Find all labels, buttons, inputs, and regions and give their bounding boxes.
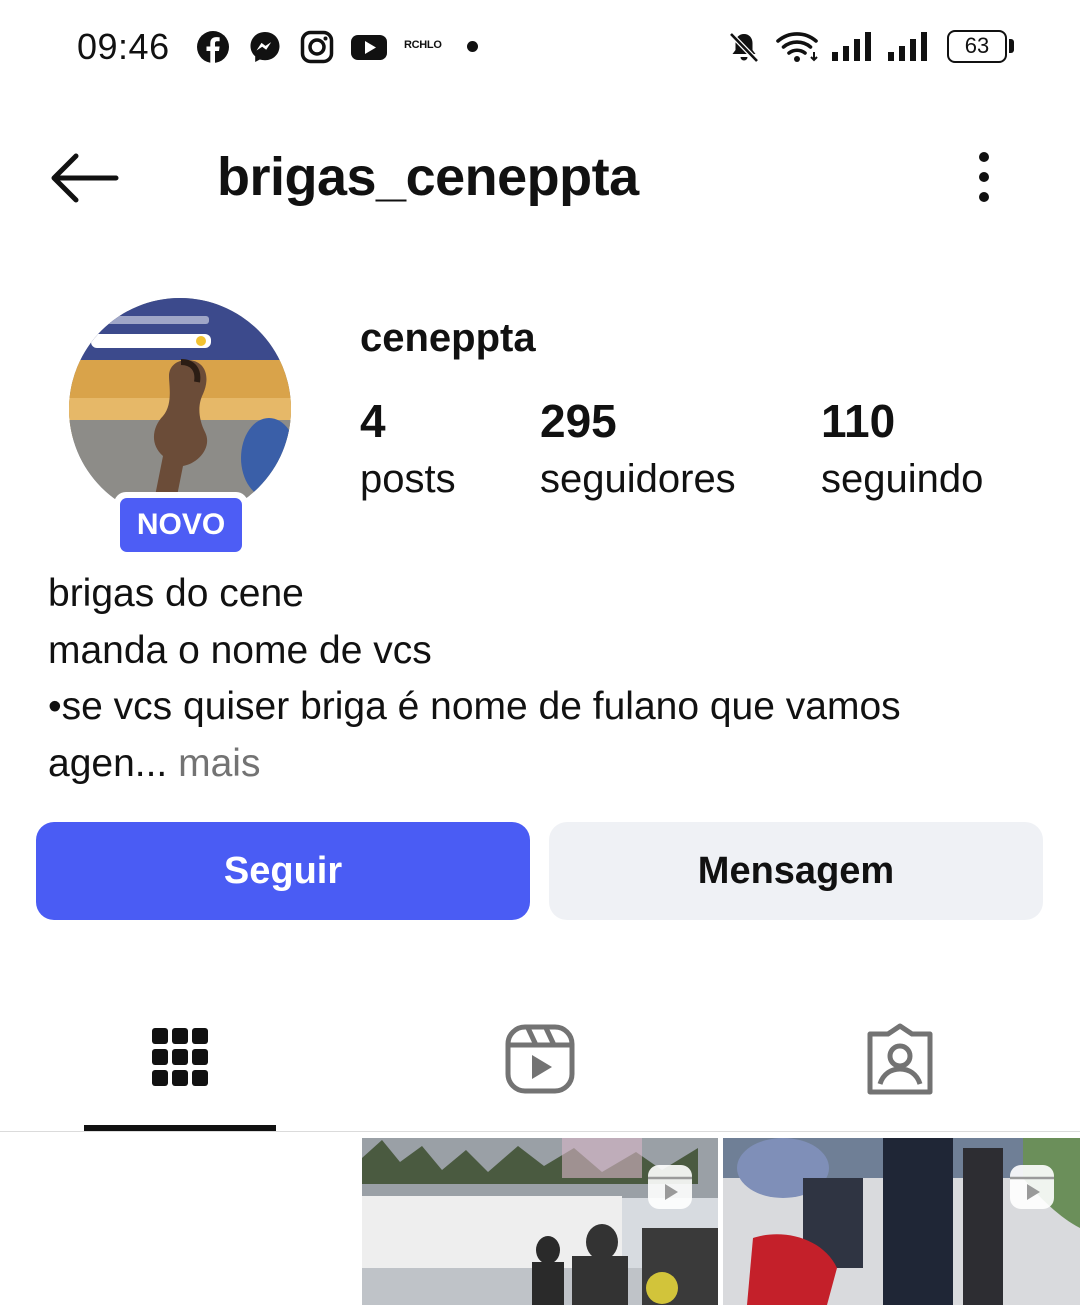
avatar[interactable] <box>69 298 291 520</box>
more-vertical-icon <box>979 152 989 202</box>
status-time: 09:46 <box>77 26 170 67</box>
stat-following-value: 110 <box>821 395 896 447</box>
grid-post-empty[interactable] <box>0 1138 357 1305</box>
signal-icon-2 <box>888 32 927 61</box>
tagged-icon <box>867 1023 933 1095</box>
reels-badge-icon <box>648 1165 692 1209</box>
follow-button[interactable]: Seguir <box>36 822 530 920</box>
grid-icon <box>152 1028 208 1086</box>
signal-icon <box>832 32 871 61</box>
mute-icon <box>729 32 759 63</box>
grid-post-reel[interactable] <box>362 1138 718 1305</box>
profile-name: ceneppta <box>360 316 536 360</box>
stat-posts-value: 4 <box>360 395 386 447</box>
messenger-icon <box>250 32 280 62</box>
instagram-icon <box>300 30 334 64</box>
bio-more-link[interactable]: mais <box>167 742 260 785</box>
battery-tip <box>1009 39 1014 53</box>
avatar-image <box>69 298 291 520</box>
back-button[interactable] <box>46 148 122 208</box>
new-badge-label: NOVO <box>120 498 242 552</box>
bio-line: manda o nome de vcs <box>48 628 432 672</box>
stat-followers[interactable]: 295 seguidores <box>540 394 736 502</box>
battery-indicator: 63 <box>947 30 1007 63</box>
facebook-icon <box>197 31 229 64</box>
wifi-icon <box>776 32 818 62</box>
tab-tagged[interactable] <box>862 1022 938 1098</box>
page-title: brigas_ceneppta <box>217 147 639 207</box>
bio-line: brigas do cene <box>48 572 304 615</box>
stat-following[interactable]: 110 seguindo <box>821 394 983 502</box>
stat-followers-value: 295 <box>540 395 617 447</box>
youtube-icon <box>351 35 387 60</box>
grid-post-reel[interactable] <box>723 1138 1080 1305</box>
tab-divider <box>0 1131 1080 1132</box>
notification-dot <box>467 41 478 52</box>
profile-bio: brigas do cene manda o nome de vcs •se v… <box>48 566 1038 792</box>
message-button[interactable]: Mensagem <box>549 822 1043 920</box>
stat-posts-label: posts <box>360 457 456 501</box>
new-badge: NOVO <box>114 492 248 558</box>
stat-followers-label: seguidores <box>540 457 736 501</box>
tab-posts-grid[interactable] <box>142 1022 218 1098</box>
tab-reels[interactable] <box>502 1022 578 1098</box>
bio-line: •se vcs quiser briga é nome de fulano qu… <box>48 685 901 728</box>
carrier-logo: RCHLO <box>404 39 442 51</box>
stat-posts[interactable]: 4 posts <box>360 394 456 502</box>
bio-line: agen... mais <box>48 736 1038 793</box>
reels-icon <box>505 1024 575 1094</box>
arrow-left-icon <box>51 153 119 203</box>
bio-truncated-text: agen... <box>48 741 168 785</box>
stat-following-label: seguindo <box>821 457 984 501</box>
more-options-button[interactable] <box>966 148 1002 206</box>
reels-badge-icon <box>1010 1165 1054 1209</box>
status-bar: 09:46 RCHLO 63 <box>0 0 1080 95</box>
